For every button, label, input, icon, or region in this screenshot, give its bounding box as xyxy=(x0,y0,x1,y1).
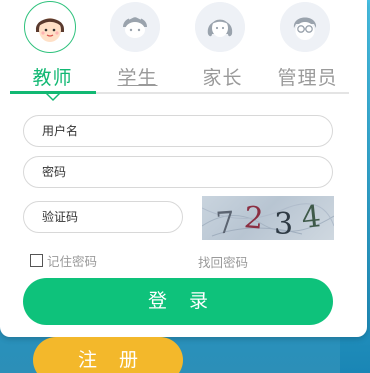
captcha-field[interactable] xyxy=(23,201,183,233)
captcha-image[interactable]: 7 2 3 4 xyxy=(202,196,334,240)
captcha-char: 4 xyxy=(300,199,323,236)
tab-student-label: 学生 xyxy=(117,67,158,89)
tab-parent-label: 家长 xyxy=(202,67,243,89)
password-field[interactable] xyxy=(23,156,333,188)
tab-active-arrow-inner xyxy=(48,94,58,99)
tab-parent[interactable]: 家长 xyxy=(180,0,265,96)
forgot-password-link[interactable]: 找回密码 xyxy=(198,252,248,271)
tab-admin-label: 管理员 xyxy=(277,67,338,89)
tab-student[interactable]: 学生 xyxy=(95,0,180,96)
login-card: 教师 学生 家长 管理员 用户名 验证码 7 2 3 4 记住密码 找回密码 登… xyxy=(0,0,367,337)
remember-checkbox[interactable] xyxy=(30,253,43,267)
role-tabs: 教师 学生 家长 管理员 xyxy=(10,0,349,96)
tab-admin[interactable]: 管理员 xyxy=(265,0,350,96)
captcha-char: 3 xyxy=(274,207,293,240)
login-button[interactable]: 登录 xyxy=(23,278,333,325)
tab-teacher[interactable]: 教师 xyxy=(10,0,95,96)
captcha-char: 7 xyxy=(215,205,236,240)
parent-avatar-icon xyxy=(195,2,245,52)
student-avatar-icon xyxy=(110,2,160,52)
register-button[interactable]: 注册 xyxy=(33,337,183,373)
tab-teacher-label: 教师 xyxy=(32,67,73,89)
remember-password[interactable]: 记住密码 xyxy=(30,252,98,269)
captcha-char: 2 xyxy=(243,200,265,237)
admin-avatar-icon xyxy=(280,2,330,52)
username-field[interactable] xyxy=(23,115,333,147)
remember-label: 记住密码 xyxy=(47,253,98,269)
captcha-text: 7 2 3 4 xyxy=(215,199,323,240)
teacher-avatar-icon xyxy=(24,1,76,53)
